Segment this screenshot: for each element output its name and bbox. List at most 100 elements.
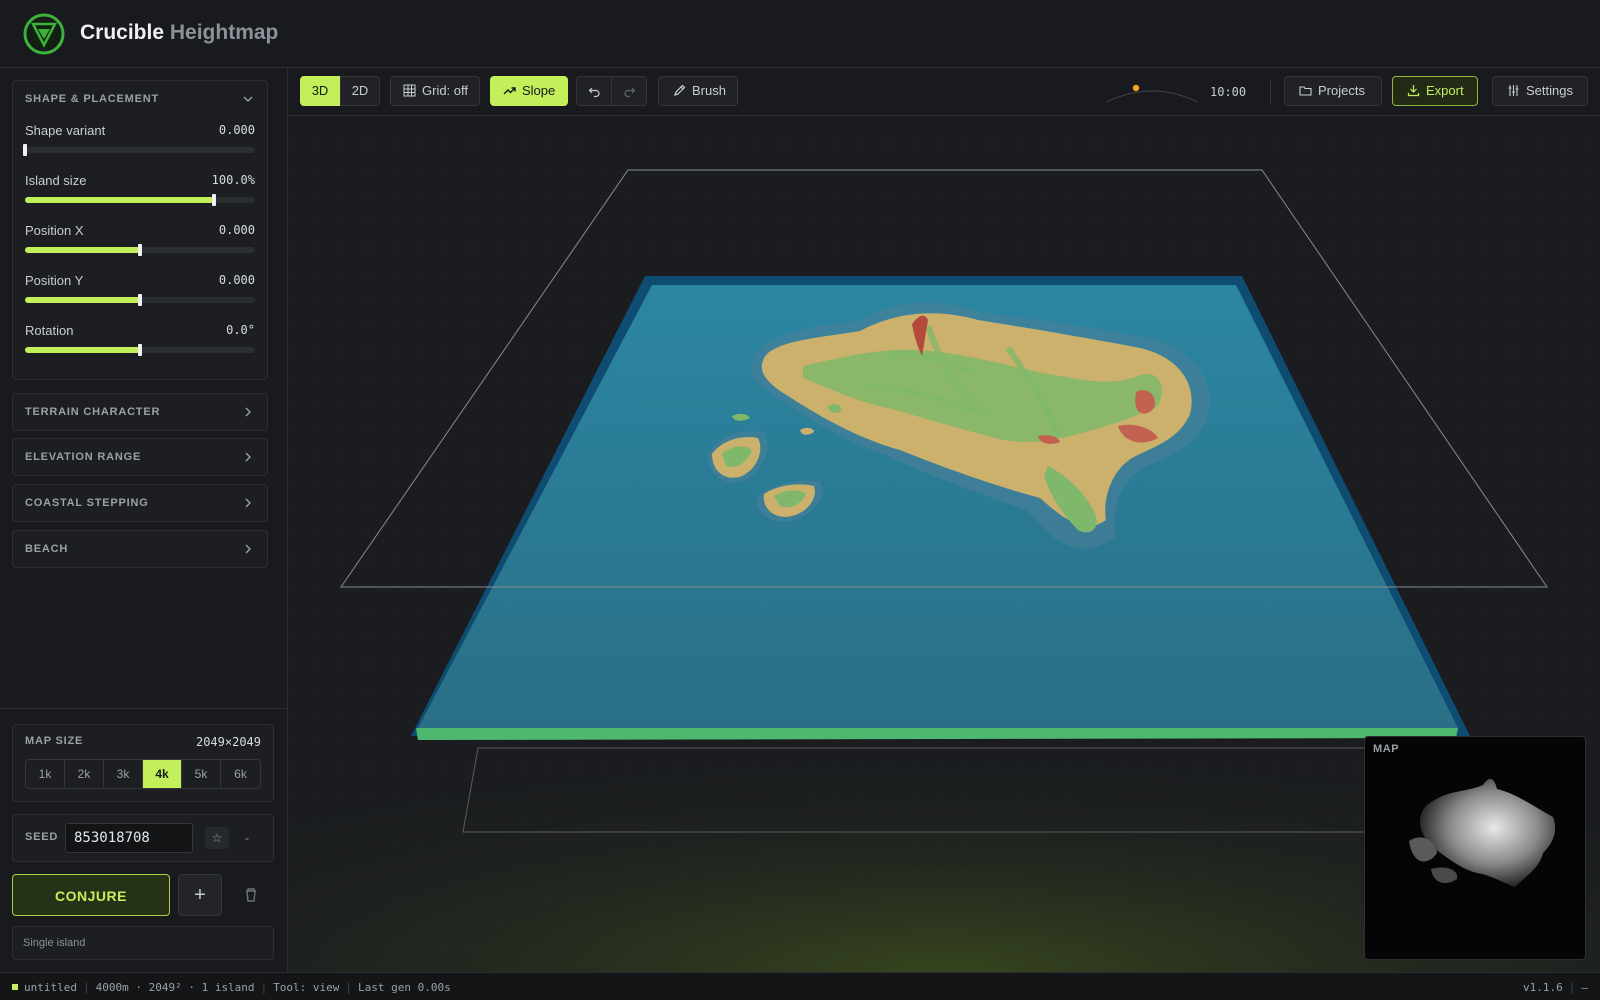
- status-bar: untitled | 4000m · 2049² · 1 island | Tool: …: [0, 972, 1600, 1000]
- view-3d-button[interactable]: 3D: [300, 76, 340, 106]
- map-size-option[interactable]: 4k: [143, 760, 182, 788]
- folder-icon: [1299, 86, 1312, 96]
- chevron-down-icon: [243, 96, 253, 102]
- slider-track[interactable]: [25, 194, 255, 206]
- slider-value: 0.0°: [226, 323, 255, 337]
- download-icon: [1407, 85, 1420, 97]
- generation-mode[interactable]: Single island: [12, 926, 274, 960]
- status-left: untitled | 4000m · 2049² · 1 island | Tool: …: [12, 981, 451, 994]
- chevron-right-icon: [245, 407, 251, 417]
- app-title-sub: Heightmap: [169, 21, 279, 44]
- slider-label: Shape variant: [25, 123, 106, 138]
- slider-row: Rotation 0.0°: [13, 321, 267, 371]
- status-file: untitled: [24, 981, 77, 994]
- status-version: v1.1.6: [1523, 981, 1563, 994]
- slope-button[interactable]: Slope: [490, 76, 568, 106]
- conjure-button[interactable]: CONJURE: [12, 874, 170, 916]
- section-terrain-character[interactable]: TERRAIN CHARACTER: [12, 393, 268, 431]
- slope-label: Slope: [522, 83, 556, 98]
- status-dash: —: [1581, 981, 1588, 994]
- remove-seed-button[interactable]: -: [235, 827, 259, 849]
- section-title: SHAPE & PLACEMENT: [25, 93, 159, 105]
- app-title-main: Crucible: [80, 21, 165, 44]
- brush-button[interactable]: Brush: [658, 76, 738, 106]
- slider-thumb[interactable]: [23, 144, 27, 156]
- add-button[interactable]: +: [178, 874, 222, 916]
- grid-toggle-button[interactable]: Grid: off: [390, 76, 480, 106]
- trash-icon[interactable]: [236, 880, 266, 910]
- app-title: Crucible Heightmap: [80, 21, 278, 45]
- chevron-right-icon: [245, 452, 251, 462]
- slider-label: Position X: [25, 223, 84, 238]
- slider-value: 0.000: [218, 223, 255, 237]
- time-of-day: 10:00: [1210, 85, 1247, 99]
- map-size-selector: 1k 2k 3k 4k 5k 6k: [25, 759, 261, 789]
- status-right: v1.1.6 | —: [1523, 981, 1588, 994]
- slider-thumb[interactable]: [138, 244, 142, 256]
- slider-thumb[interactable]: [138, 294, 142, 306]
- export-button[interactable]: Export: [1392, 76, 1478, 106]
- slider-thumb[interactable]: [211, 194, 216, 206]
- minimap-heightmap: [1409, 778, 1556, 887]
- slider-label: Island size: [25, 173, 87, 188]
- projects-label: Projects: [1318, 83, 1365, 98]
- shape-placement-section: SHAPE & PLACEMENT Shape variant 0.000 Isla…: [12, 80, 268, 380]
- slider-label: Rotation: [25, 323, 74, 338]
- view-2d-button[interactable]: 2D: [340, 76, 380, 106]
- section-beach[interactable]: BEACH: [12, 530, 268, 568]
- settings-label: Settings: [1526, 83, 1573, 98]
- seed-panel: SEED ☆ -: [12, 814, 274, 862]
- slider-track[interactable]: [25, 344, 255, 356]
- map-size-label: MAP SIZE: [25, 735, 84, 747]
- section-title: COASTAL STEPPING: [25, 497, 149, 509]
- crucible-logo-icon: [23, 13, 65, 55]
- sun-time-slider[interactable]: [1102, 78, 1202, 106]
- map-size-panel: MAP SIZE 2049×2049 1k 2k 3k 4k 5k 6k: [12, 724, 274, 802]
- slider-fill: [25, 347, 140, 353]
- brush-label: Brush: [692, 83, 726, 98]
- status-dims: 4000m · 2049² · 1 island: [95, 981, 255, 994]
- slider-value: 100.0%: [211, 173, 255, 187]
- toolbar: 3D 2D Grid: off Slope Brush 10:00 Projec…: [288, 68, 1600, 116]
- chevron-right-icon: [245, 498, 251, 508]
- section-title: BEACH: [25, 543, 69, 555]
- slider-thumb[interactable]: [138, 344, 142, 356]
- seed-label: SEED: [25, 831, 59, 843]
- section-coastal-stepping[interactable]: COASTAL STEPPING: [12, 484, 268, 522]
- slider-fill: [25, 297, 140, 303]
- map-size-option[interactable]: 5k: [182, 760, 221, 788]
- projects-button[interactable]: Projects: [1284, 76, 1382, 106]
- undo-button[interactable]: [576, 76, 612, 106]
- slider-value: 0.000: [218, 273, 255, 287]
- minimap[interactable]: MAP: [1364, 736, 1586, 960]
- map-size-value: 2049×2049: [195, 735, 261, 749]
- sidebar-divider: [0, 708, 287, 709]
- map-size-option[interactable]: 3k: [104, 760, 143, 788]
- map-size-option[interactable]: 1k: [26, 760, 65, 788]
- add-label: +: [194, 884, 206, 906]
- slider-row: Position X 0.000: [13, 221, 267, 271]
- redo-button[interactable]: [611, 76, 647, 106]
- shape-placement-header[interactable]: SHAPE & PLACEMENT: [13, 81, 267, 117]
- section-title: TERRAIN CHARACTER: [25, 406, 161, 418]
- status-last-gen: Last gen 0.00s: [358, 981, 451, 994]
- slider-fill: [25, 197, 214, 203]
- trending-up-icon: [503, 87, 516, 95]
- section-elevation-range[interactable]: ELEVATION RANGE: [12, 438, 268, 476]
- slider-track[interactable]: [25, 294, 255, 306]
- seed-input[interactable]: [65, 823, 193, 853]
- slider-label: Position Y: [25, 273, 84, 288]
- grid-label: Grid: off: [422, 83, 469, 98]
- toolbar-divider: [1270, 80, 1271, 104]
- slider-track[interactable]: [23, 144, 255, 156]
- settings-button[interactable]: Settings: [1492, 76, 1588, 106]
- app-header: Crucible Heightmap: [0, 0, 1600, 68]
- slider-value: 0.000: [218, 123, 255, 137]
- chevron-right-icon: [245, 544, 251, 554]
- slider-track[interactable]: [25, 244, 255, 256]
- map-size-option[interactable]: 2k: [65, 760, 104, 788]
- favorite-seed-button[interactable]: ☆: [205, 827, 229, 849]
- map-size-option[interactable]: 6k: [221, 760, 260, 788]
- slider-fill: [25, 247, 140, 253]
- status-tool: Tool: view: [273, 981, 340, 994]
